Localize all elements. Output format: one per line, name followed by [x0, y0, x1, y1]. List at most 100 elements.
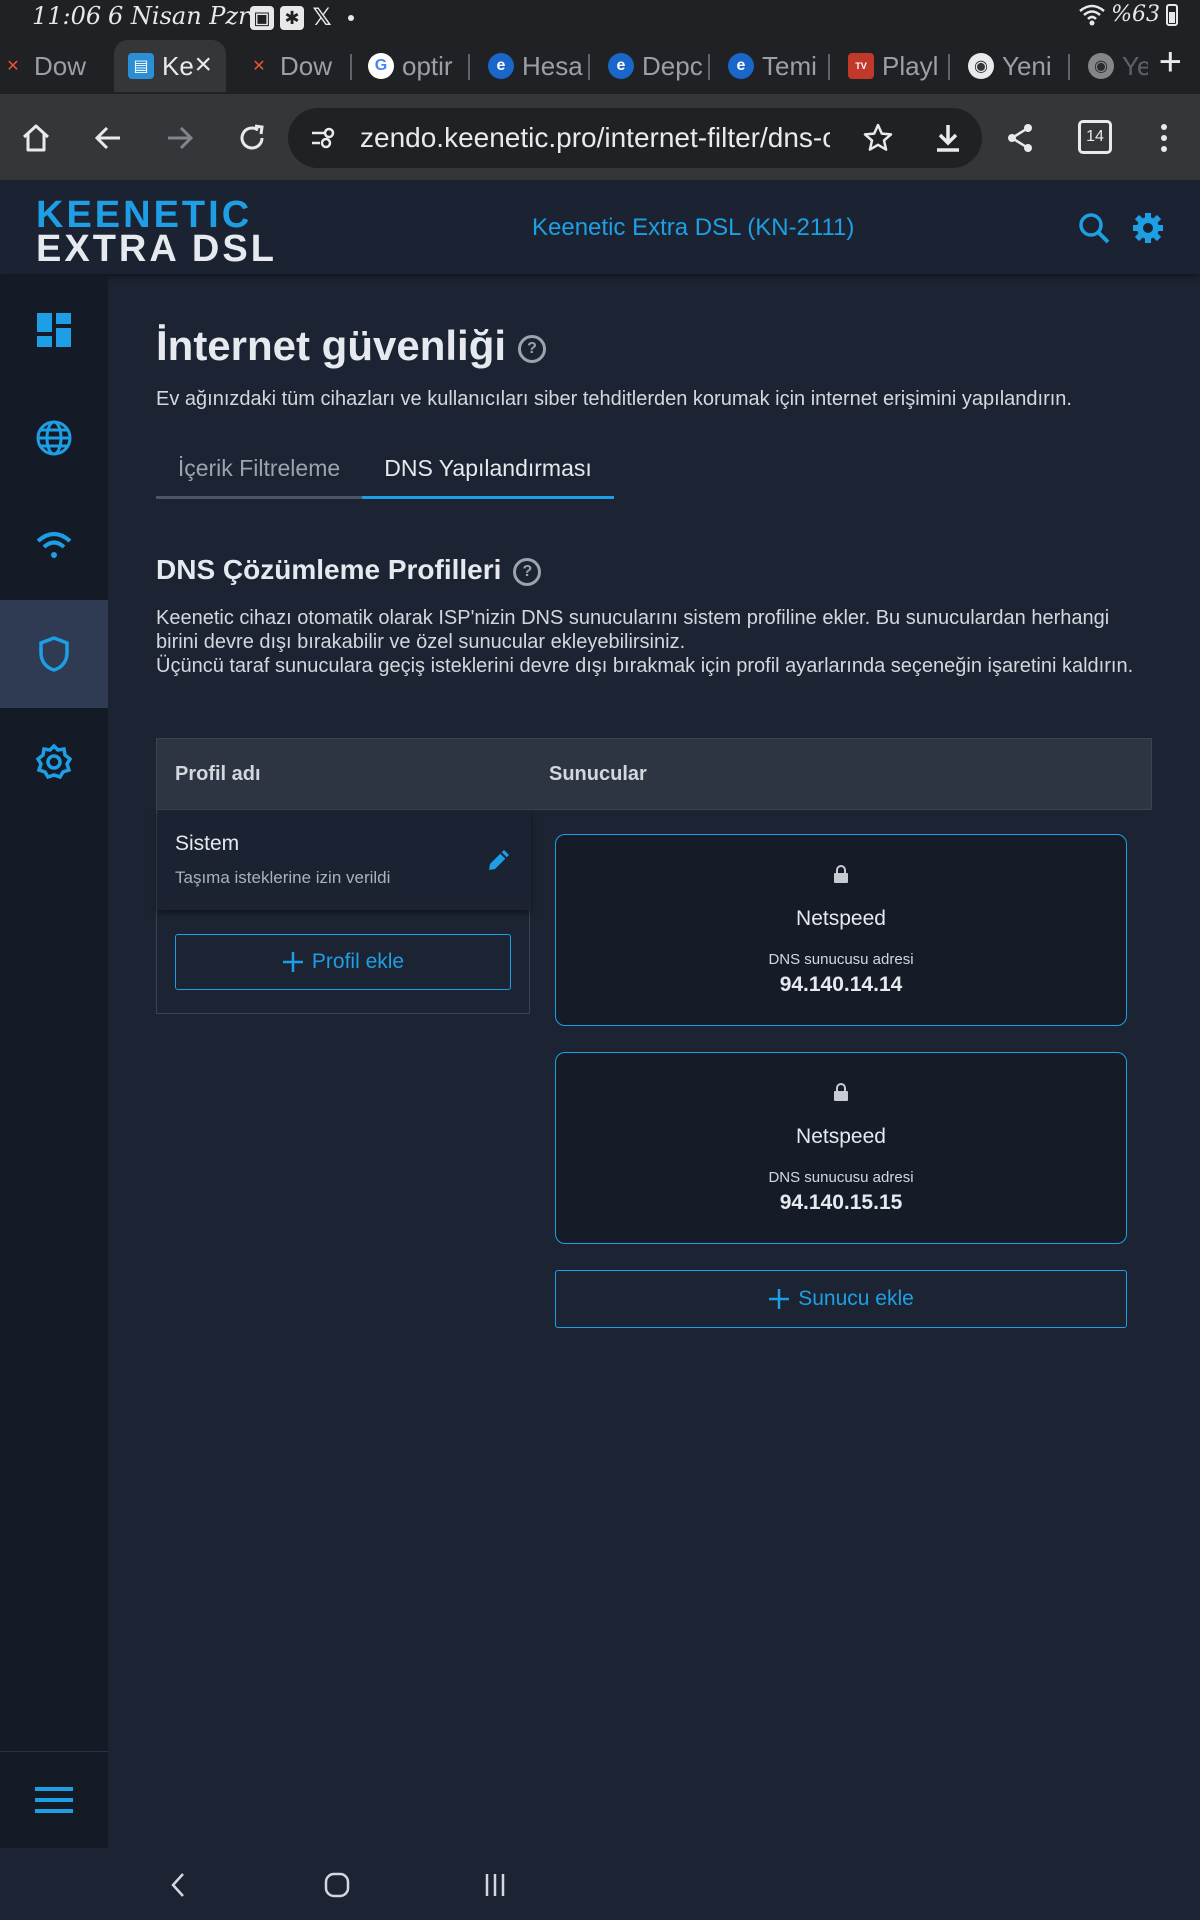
tab-separator	[468, 54, 470, 80]
sidebar-item-wifi[interactable]	[0, 492, 108, 600]
sidebar	[0, 276, 108, 1848]
more-menu-icon[interactable]	[1144, 118, 1184, 158]
battery-icon	[1166, 3, 1178, 26]
device-name: Keenetic Extra DSL (KN-2111)	[532, 214, 855, 241]
nav-home-icon[interactable]	[322, 1870, 352, 1900]
browser-tab-strip: ✕ Dow ▤ Ke × ✕ Dow G optir e Hesa e Depc…	[0, 36, 1200, 94]
browser-tab[interactable]: e Depc	[608, 40, 704, 92]
search-icon[interactable]	[1076, 210, 1112, 246]
browser-tab[interactable]: ✕ Dow	[0, 40, 96, 92]
column-header-profile: Profil adı	[175, 763, 261, 785]
nav-recents-icon[interactable]	[480, 1870, 510, 1900]
back-icon[interactable]	[88, 118, 128, 158]
tab-separator	[708, 54, 710, 80]
browser-tab[interactable]: e Temi	[728, 40, 824, 92]
sidebar-item-security[interactable]	[0, 600, 108, 708]
tab-dns-configuration[interactable]: DNS Yapılandırması	[362, 448, 614, 499]
edit-pencil-icon[interactable]	[485, 846, 513, 874]
hamburger-menu-icon	[35, 1787, 73, 1813]
browser-tab[interactable]: TV Playl	[848, 40, 944, 92]
address-bar[interactable]: zendo.keenetic.pro/internet-filter/dns-c	[288, 108, 982, 168]
wifi-icon	[36, 532, 72, 558]
sidebar-menu-toggle[interactable]	[0, 1751, 108, 1848]
chrome-icon: ◉	[1088, 53, 1114, 79]
section-description: Keenetic cihazı otomatik olarak ISP'nizi…	[156, 606, 1156, 678]
profile-row[interactable]: Sistem Taşıma isteklerine izin verildi	[157, 810, 531, 910]
home-icon[interactable]	[16, 118, 56, 158]
wifi-status-icon	[1079, 4, 1105, 25]
add-server-label: Sunucu ekle	[798, 1287, 914, 1310]
download-icon[interactable]	[932, 122, 964, 154]
google-icon: G	[368, 53, 394, 79]
browser-tab[interactable]: ◉ Yeni	[968, 40, 1064, 92]
dashboard-icon	[37, 313, 71, 347]
help-icon[interactable]: ?	[513, 557, 542, 586]
url-text[interactable]: zendo.keenetic.pro/internet-filter/dns-c	[360, 122, 830, 154]
add-profile-button[interactable]: Profil ekle	[175, 934, 511, 990]
profile-name: Sistem	[175, 832, 240, 855]
e-icon: e	[608, 53, 634, 79]
server-address-label: DNS sunucusu adresi	[768, 951, 914, 968]
x-icon: ✕	[6, 58, 20, 75]
browser-tab[interactable]: e Hesa	[488, 40, 584, 92]
page-title: İnternet güvenliği?	[156, 322, 547, 370]
x-icon: ✕	[252, 58, 266, 75]
plus-icon	[769, 1289, 790, 1309]
globe-icon	[36, 420, 72, 456]
server-address: 94.140.14.14	[779, 973, 903, 996]
add-server-button[interactable]: Sunucu ekle	[555, 1270, 1127, 1328]
browser-tab[interactable]: G optir	[368, 40, 464, 92]
sidebar-item-dashboard[interactable]	[0, 276, 108, 384]
server-name: Netspeed	[796, 1125, 886, 1148]
browser-tab-label: Dow	[34, 50, 87, 81]
sidebar-item-settings[interactable]	[0, 708, 108, 816]
settings-icon	[35, 743, 73, 780]
shield-icon	[39, 636, 69, 672]
tab-separator	[588, 54, 590, 80]
browser-tab-label: Depc	[642, 50, 703, 81]
browser-tab-label: Yeni	[1122, 50, 1148, 81]
close-tab-icon[interactable]: ×	[194, 48, 212, 82]
tab-separator	[1068, 54, 1070, 80]
help-icon[interactable]: ?	[518, 334, 547, 363]
gear-icon[interactable]	[1130, 210, 1166, 246]
browser-tab-label: Ke	[162, 50, 194, 81]
sidebar-item-internet[interactable]	[0, 384, 108, 492]
tab-separator	[828, 54, 830, 80]
browser-tab-active[interactable]: ▤ Ke ×	[114, 40, 226, 92]
browser-tab[interactable]: ✕ Dow	[246, 40, 348, 92]
column-header-servers: Sunucular	[549, 763, 647, 785]
reload-icon[interactable]	[232, 118, 272, 158]
browser-tab-label: Hesa	[522, 50, 583, 81]
profile-subtitle: Taşıma isteklerine izin verildi	[175, 868, 391, 887]
browser-tab[interactable]: ◉ Yeni	[1088, 40, 1148, 92]
tab-content-filtering[interactable]: İçerik Filtreleme	[156, 448, 362, 499]
keenetic-icon: ▤	[128, 53, 154, 79]
share-icon[interactable]	[1000, 118, 1040, 158]
e-icon: e	[728, 53, 754, 79]
plus-icon	[282, 952, 303, 972]
server-address: 94.140.15.15	[779, 1191, 903, 1214]
system-nav-bar	[0, 1848, 1200, 1920]
site-settings-icon[interactable]	[310, 126, 336, 150]
app-header: KEENETIC EXTRA DSL Keenetic Extra DSL (K…	[0, 182, 1200, 274]
forward-icon[interactable]	[160, 118, 200, 158]
browser-tab-label: Dow	[280, 50, 333, 81]
lock-icon	[834, 1083, 848, 1101]
server-name: Netspeed	[796, 907, 886, 930]
section-title-text: DNS Çözümleme Profilleri	[156, 554, 502, 585]
status-bar: 11:06 6 Nisan Pzr ▣ ✱ 𝕏 %63	[0, 0, 1200, 36]
nav-back-icon[interactable]	[164, 1870, 194, 1900]
bookmark-star-icon[interactable]	[862, 122, 894, 154]
status-time: 11:06	[32, 2, 102, 30]
browser-tab-label: Yeni	[1002, 50, 1052, 81]
status-date: 6 Nisan Pzr	[108, 2, 250, 30]
lock-icon	[834, 865, 848, 883]
browser-toolbar: zendo.keenetic.pro/internet-filter/dns-c…	[0, 94, 1200, 180]
dns-server-card[interactable]: Netspeed DNS sunucusu adresi 94.140.15.1…	[555, 1052, 1127, 1244]
dns-server-card[interactable]: Netspeed DNS sunucusu adresi 94.140.14.1…	[555, 834, 1127, 1026]
browser-tab-label: optir	[402, 50, 453, 81]
section-title: DNS Çözümleme Profilleri?	[156, 554, 542, 586]
new-tab-icon[interactable]: +	[1159, 40, 1182, 85]
tab-switcher-button[interactable]: 14	[1078, 120, 1112, 154]
